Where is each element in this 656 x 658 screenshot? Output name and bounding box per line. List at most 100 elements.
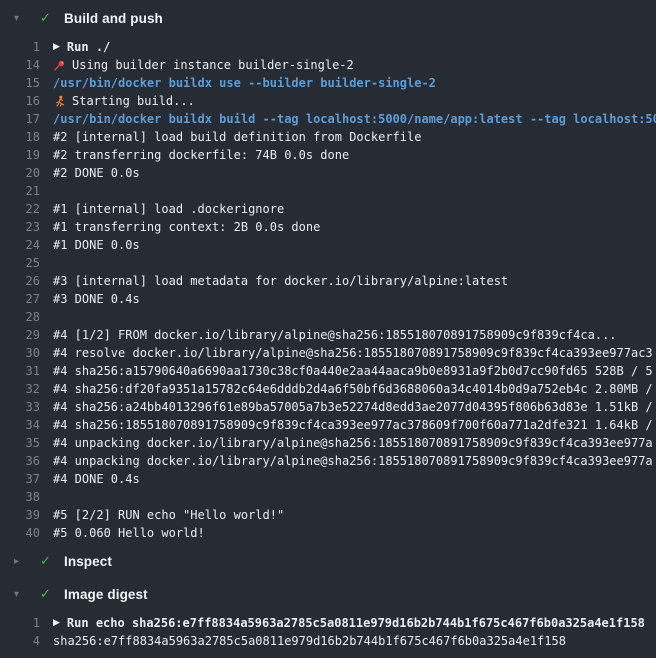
line-number[interactable]: 1 xyxy=(0,40,40,54)
log-line-content: #5 [2/2] RUN echo "Hello world!" xyxy=(53,508,284,522)
log-line: 17/usr/bin/docker buildx build --tag loc… xyxy=(0,110,656,128)
log-line: 30 #4 resolve docker.io/library/alpine@sh… xyxy=(0,344,656,362)
line-number[interactable]: 26 xyxy=(0,274,40,288)
workflow-log-viewer: ▾✓Build and push1▶Run ./14Using builder … xyxy=(0,0,656,650)
check-icon: ✓ xyxy=(38,587,53,602)
log-text: #5 0.060 Hello world! xyxy=(53,526,205,540)
pushpin-icon-wrap xyxy=(53,59,66,72)
line-number[interactable]: 27 xyxy=(0,292,40,306)
pushpin-icon xyxy=(53,59,66,72)
log-line: 38 xyxy=(0,488,656,506)
log-line-content: ▶Run echo sha256:e7ff8834a5963a2785c5a08… xyxy=(53,616,645,630)
section-header-image-digest[interactable]: ▾ ✓ Image digest xyxy=(0,580,656,608)
log-text: #3 DONE 0.4s xyxy=(53,292,140,306)
log-line: 18 #2 [internal] load build definition fr… xyxy=(0,128,656,146)
line-number[interactable]: 25 xyxy=(0,256,40,270)
log-line-content: #4 sha256:a24bb4013296f61e89ba57005a7b3e… xyxy=(53,400,653,414)
line-number[interactable]: 1 xyxy=(0,616,40,630)
chevron-down-icon[interactable]: ▾ xyxy=(14,589,30,600)
log-line-content: /usr/bin/docker buildx use --builder bui… xyxy=(53,76,436,90)
log-line: 15/usr/bin/docker buildx use --builder b… xyxy=(0,74,656,92)
log-line: 19 #2 transferring dockerfile: 74B 0.0s d… xyxy=(0,146,656,164)
play-icon[interactable]: ▶ xyxy=(53,618,60,628)
log-line-content: #1 DONE 0.0s xyxy=(53,238,140,252)
line-number[interactable]: 20 xyxy=(0,166,40,180)
log-line: 21 xyxy=(0,182,656,200)
log-line-content: #2 [internal] load build definition from… xyxy=(53,130,421,144)
log-text: #4 resolve docker.io/library/alpine@sha2… xyxy=(53,346,653,360)
line-number[interactable]: 19 xyxy=(0,148,40,162)
log-line-content: #1 [internal] load .dockerignore xyxy=(53,202,284,216)
log-line-content: #4 sha256:a15790640a6690aa1730c38cf0a440… xyxy=(53,364,653,378)
log-text: #4 unpacking docker.io/library/alpine@sh… xyxy=(53,436,653,450)
line-number[interactable]: 29 xyxy=(0,328,40,342)
log-line: 36 #4 unpacking docker.io/library/alpine@… xyxy=(0,452,656,470)
line-number[interactable]: 39 xyxy=(0,508,40,522)
log-text: #1 DONE 0.0s xyxy=(53,238,140,252)
log-line: 23 #1 transferring context: 2B 0.0s done xyxy=(0,218,656,236)
log-line: 27 #3 DONE 0.4s xyxy=(0,290,656,308)
section-header-build-and-push[interactable]: ▾✓Build and push xyxy=(0,4,656,32)
line-number[interactable]: 16 xyxy=(0,94,40,108)
section-title: Image digest xyxy=(64,587,148,602)
line-number[interactable]: 24 xyxy=(0,238,40,252)
line-number[interactable]: 33 xyxy=(0,400,40,414)
log-line-content: #5 0.060 Hello world! xyxy=(53,526,205,540)
line-number[interactable]: 14 xyxy=(0,58,40,72)
line-number[interactable]: 35 xyxy=(0,436,40,450)
line-number[interactable]: 28 xyxy=(0,310,40,324)
line-number[interactable]: 23 xyxy=(0,220,40,234)
log-line-content: #4 sha256:185518070891758909c9f839cf4ca3… xyxy=(53,418,653,432)
log-text: #4 [1/2] FROM docker.io/library/alpine@s… xyxy=(53,328,617,342)
line-number[interactable]: 18 xyxy=(0,130,40,144)
line-number[interactable]: 31 xyxy=(0,364,40,378)
log-line: 33 #4 sha256:a24bb4013296f61e89ba57005a7b… xyxy=(0,398,656,416)
log-text: sha256:e7ff8834a5963a2785c5a0811e979d16b… xyxy=(53,634,566,648)
log-line: 29 #4 [1/2] FROM docker.io/library/alpine… xyxy=(0,326,656,344)
runner-icon xyxy=(53,95,66,108)
log-text: #1 [internal] load .dockerignore xyxy=(53,202,284,216)
log-text: #2 DONE 0.0s xyxy=(53,166,140,180)
log-line-content: #4 resolve docker.io/library/alpine@sha2… xyxy=(53,346,653,360)
line-number[interactable]: 34 xyxy=(0,418,40,432)
log-line-content: #4 [1/2] FROM docker.io/library/alpine@s… xyxy=(53,328,617,342)
log-line: 16 Starting build... xyxy=(0,92,656,110)
log-line: 32#4 sha256:df20fa9351a15782c64e6dddb2d4… xyxy=(0,380,656,398)
log-text: #4 sha256:a15790640a6690aa1730c38cf0a440… xyxy=(53,364,653,378)
log-line-content: #2 DONE 0.0s xyxy=(53,166,140,180)
log-text: #2 [internal] load build definition from… xyxy=(53,130,421,144)
line-number[interactable]: 17 xyxy=(0,112,40,126)
line-number[interactable]: 15 xyxy=(0,76,40,90)
log-text: #2 transferring dockerfile: 74B 0.0s don… xyxy=(53,148,349,162)
line-number[interactable]: 36 xyxy=(0,454,40,468)
log-line-content: #3 DONE 0.4s xyxy=(53,292,140,306)
log-text: #3 [internal] load metadata for docker.i… xyxy=(53,274,508,288)
section-header-inspect[interactable]: ▸✓Inspect xyxy=(0,547,656,575)
line-number[interactable]: 40 xyxy=(0,526,40,540)
log-line: 14 Using builder instance builder-single-… xyxy=(0,56,656,74)
chevron-down-icon[interactable]: ▾ xyxy=(14,13,30,24)
log-line: 4 sha256:e7ff8834a5963a2785c5a0811e979d16… xyxy=(0,632,656,650)
log-text: Starting build... xyxy=(72,94,195,108)
section-image-digest: ▾ ✓ Image digest 1 ▶Run echo sha256:e7ff8834… xyxy=(0,580,656,650)
log-text: #4 unpacking docker.io/library/alpine@sh… xyxy=(53,454,653,468)
line-number[interactable]: 22 xyxy=(0,202,40,216)
log-line-content: #1 transferring context: 2B 0.0s done xyxy=(53,220,320,234)
log-line: 22 #1 [internal] load .dockerignore xyxy=(0,200,656,218)
log-line: 40 #5 0.060 Hello world! xyxy=(0,524,656,542)
line-number[interactable]: 37 xyxy=(0,472,40,486)
log-text: Using builder instance builder-single-2 xyxy=(72,58,354,72)
log-line: 26 #3 [internal] load metadata for docker… xyxy=(0,272,656,290)
line-number[interactable]: 30 xyxy=(0,346,40,360)
line-number[interactable]: 4 xyxy=(0,634,40,648)
runner-icon-wrap xyxy=(53,95,66,108)
log-line-content: /usr/bin/docker buildx build --tag local… xyxy=(53,112,656,126)
line-number[interactable]: 38 xyxy=(0,490,40,504)
log-line: 1▶Run ./ xyxy=(0,38,656,56)
line-number[interactable]: 32 xyxy=(0,382,40,396)
line-number[interactable]: 21 xyxy=(0,184,40,198)
chevron-right-icon[interactable]: ▸ xyxy=(14,556,30,567)
play-icon[interactable]: ▶ xyxy=(53,42,60,52)
check-icon: ✓ xyxy=(38,11,53,26)
log-line: 34 #4 sha256:185518070891758909c9f839cf4c… xyxy=(0,416,656,434)
